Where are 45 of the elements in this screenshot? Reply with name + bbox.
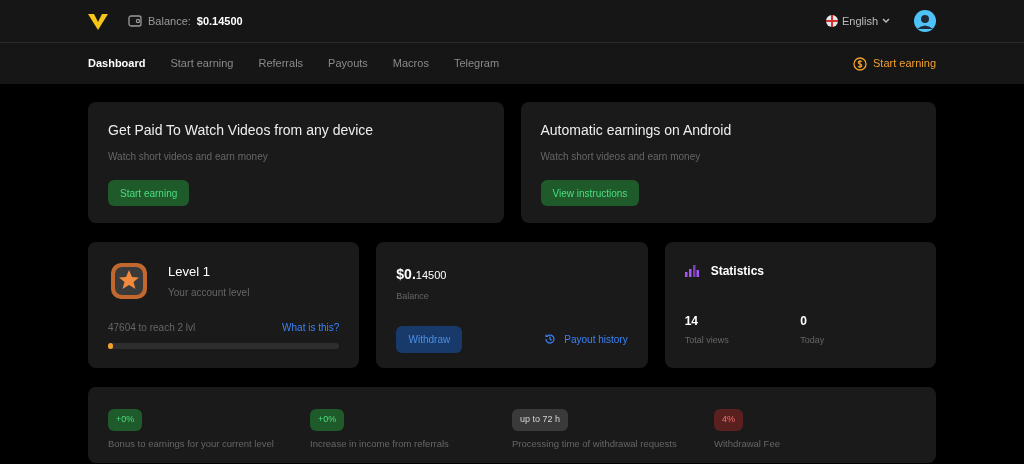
- level-title: Level 1: [168, 262, 211, 281]
- language-selector[interactable]: English: [825, 12, 890, 30]
- stat-value: 14: [684, 313, 699, 330]
- level-subtitle: Your account level: [168, 286, 250, 301]
- promo-button[interactable]: Start earning: [108, 180, 190, 206]
- promo-subtitle: Watch short videos and earn money: [108, 150, 269, 164]
- withdraw-button[interactable]: Withdraw: [396, 325, 463, 353]
- avatar[interactable]: [914, 10, 936, 32]
- star-badge-icon: [108, 260, 150, 302]
- balance-label: Balance:: [148, 13, 191, 29]
- logo-icon[interactable]: [88, 12, 108, 30]
- stat-label: Total views: [684, 334, 730, 347]
- promo-button[interactable]: View instructions: [540, 180, 640, 206]
- nav-tab[interactable]: Telegram: [453, 55, 500, 72]
- nav-tab[interactable]: Start earning: [170, 55, 234, 72]
- progress-text: 47604 to reach 2 lvl: [108, 321, 196, 335]
- start-earning-link[interactable]: Start earning: [853, 55, 936, 72]
- balance-amount: $0.14500: [396, 265, 448, 284]
- info-badge: +0%: [108, 409, 143, 431]
- promo-subtitle: Watch short videos and earn money: [540, 150, 702, 164]
- chevron-down-icon: [882, 18, 890, 24]
- info-label: Processing time of withdrawal requests: [512, 436, 678, 451]
- balance-value: $0.14500: [196, 13, 243, 29]
- info-label: Withdrawal Fee: [714, 436, 781, 451]
- info-label: Bonus to earnings for your current level: [108, 436, 275, 451]
- promo-title: Automatic earnings on Android: [540, 121, 733, 140]
- wallet-icon: [128, 15, 142, 27]
- nav-tab[interactable]: Referrals: [258, 55, 304, 72]
- payout-history-link[interactable]: Payout history: [544, 331, 628, 347]
- balance-caption: Balance: [396, 290, 430, 303]
- nav-tab[interactable]: Dashboard: [88, 55, 146, 72]
- info-badge: 4%: [714, 409, 743, 431]
- dollar-coin-icon: [853, 56, 867, 71]
- history-icon: [544, 333, 557, 345]
- bar-chart-icon: [684, 265, 699, 277]
- promo-title: Get Paid To Watch Videos from any device: [108, 121, 375, 140]
- what-is-this-link[interactable]: What is this?: [282, 320, 340, 335]
- nav-tab[interactable]: Payouts: [328, 55, 368, 72]
- info-label: Increase in income from referrals: [310, 436, 450, 451]
- nav-tab[interactable]: Macros: [392, 55, 429, 72]
- stat-label: Today: [800, 334, 826, 347]
- statistics-title: Statistics: [710, 263, 764, 280]
- info-badge: +0%: [310, 409, 345, 431]
- info-badge: up to 72 h: [512, 409, 569, 431]
- stat-value: 0: [800, 313, 808, 330]
